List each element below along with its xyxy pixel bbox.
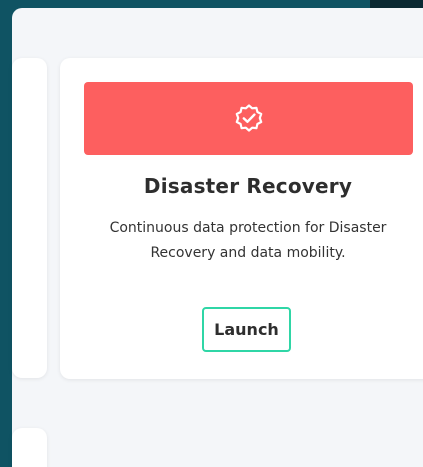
card-description-line-1: Continuous data protection for Disaster xyxy=(109,220,387,236)
card-banner xyxy=(84,82,413,155)
adjacent-card-left xyxy=(12,58,47,378)
card-description: Continuous data protection for Disaster … xyxy=(90,216,406,266)
verified-badge-icon xyxy=(232,102,266,136)
top-bar-edge xyxy=(370,0,423,8)
adjacent-card-lower-left xyxy=(12,428,47,467)
card-title: Disaster Recovery xyxy=(143,174,353,198)
disaster-recovery-card: Disaster Recovery Continuous data protec… xyxy=(60,58,423,379)
launch-button[interactable]: Launch xyxy=(202,307,291,352)
card-description-line-2: Recovery and data mobility. xyxy=(150,245,346,261)
content-area: Disaster Recovery Continuous data protec… xyxy=(12,8,423,467)
app-window: Disaster Recovery Continuous data protec… xyxy=(0,0,423,467)
